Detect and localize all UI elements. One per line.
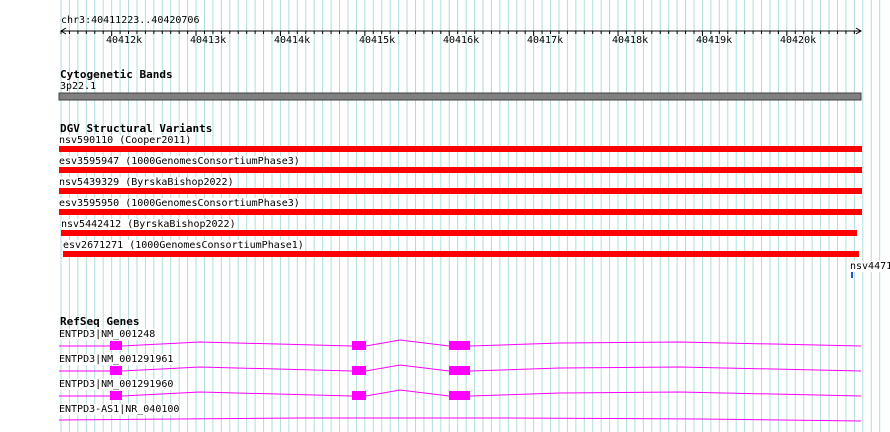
gene-exon[interactable] [110,341,122,350]
gene-exon[interactable] [449,366,470,375]
gene-exon[interactable] [449,391,470,400]
gene-label[interactable]: ENTPD3|NM_001291961 [59,354,174,365]
genome-browser-view: chr3:40411223..40420706 40412k 40413k 40… [0,0,890,432]
gene-exon[interactable] [449,341,470,350]
gene-label[interactable]: ENTPD3|NM_001248 [59,329,156,340]
gene-features[interactable] [0,0,890,432]
gene-label[interactable]: ENTPD3-AS1|NR_040100 [59,404,180,415]
gene-exon[interactable] [110,391,122,400]
gene-exon[interactable] [352,366,366,375]
gene-exon[interactable] [352,341,366,350]
gene-label[interactable]: ENTPD3|NM_001291960 [59,379,174,390]
gene-exon[interactable] [352,391,366,400]
gene-exon[interactable] [110,366,122,375]
gene-intron-line[interactable] [58,417,862,422]
